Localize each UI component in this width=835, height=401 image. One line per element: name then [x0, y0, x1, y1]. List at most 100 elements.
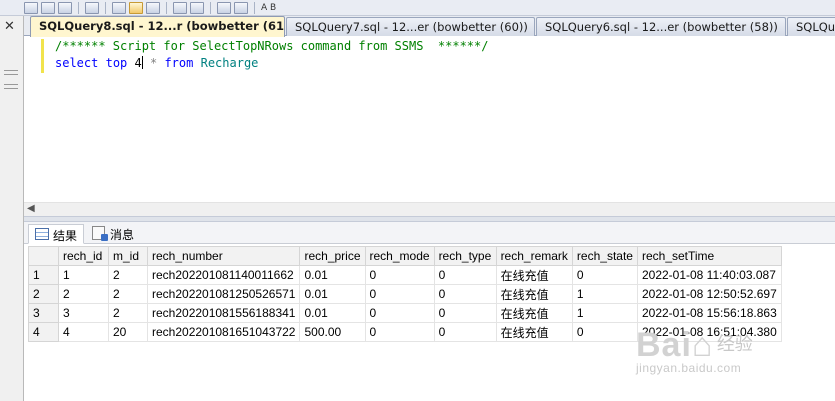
table-cell[interactable]: 4	[58, 322, 109, 342]
row-number-header[interactable]	[28, 246, 59, 266]
change-indicator	[41, 39, 44, 73]
table-cell[interactable]: 在线充值	[495, 322, 573, 342]
panel-grip	[4, 88, 18, 89]
table-cell[interactable]: 2022-01-08 11:40:03.087	[636, 265, 782, 285]
results-to-grid-icon[interactable]	[129, 1, 143, 14]
close-icon[interactable]: ✕	[4, 19, 15, 34]
table-cell[interactable]: 0	[433, 303, 497, 323]
table-cell[interactable]: 2	[108, 265, 148, 285]
table-cell[interactable]: 0	[364, 284, 435, 304]
table-cell[interactable]: 2022-01-08 16:51:04.380	[636, 322, 782, 342]
toolbar: A B	[0, 0, 835, 16]
keyword-from: from	[164, 56, 194, 70]
table-row[interactable]: 3 3 2 rech202201081556188341 0.01 0 0 在线…	[28, 303, 782, 323]
increase-indent-icon[interactable]	[234, 1, 248, 14]
table-cell[interactable]: 0	[364, 265, 435, 285]
results-to-file-icon[interactable]	[146, 1, 160, 14]
query-editor[interactable]: /****** Script for SelectTopNRows comman…	[24, 36, 835, 202]
column-header[interactable]: rech_id	[58, 246, 109, 266]
table-cell[interactable]: 0	[433, 284, 497, 304]
keyword-top: top	[105, 56, 128, 70]
table-row[interactable]: 4 4 20 rech202201081651043722 500.00 0 0…	[28, 322, 782, 342]
column-header[interactable]: rech_state	[571, 246, 638, 266]
scroll-left-icon[interactable]: ◀	[27, 203, 35, 214]
row-number[interactable]: 3	[28, 303, 59, 323]
column-header[interactable]: m_id	[108, 246, 148, 266]
panel-grip	[4, 84, 18, 85]
table-cell[interactable]: 0	[433, 265, 497, 285]
parse-icon[interactable]	[41, 1, 55, 14]
table-row[interactable]: 2 2 2 rech202201081250526571 0.01 0 0 在线…	[28, 284, 782, 304]
tab-sqlquery-partial[interactable]: SQLQu	[787, 17, 835, 36]
debug-icon[interactable]	[58, 1, 72, 14]
toolbar-separator	[105, 1, 106, 14]
table-cell[interactable]: 0.01	[299, 265, 366, 285]
table-cell[interactable]: 0.01	[299, 303, 366, 323]
object-explorer-edge: ✕	[0, 16, 24, 401]
table-cell[interactable]: 1	[571, 284, 638, 304]
table-cell[interactable]: 20	[108, 322, 148, 342]
tab-sqlquery7[interactable]: SQLQuery7.sql - 12...er (bowbetter (60))	[286, 17, 535, 36]
table-cell[interactable]: 2	[58, 284, 109, 304]
table-cell[interactable]: 0	[571, 322, 638, 342]
uncomment-lines-icon[interactable]	[190, 1, 204, 14]
editor-horizontal-scrollbar[interactable]: ◀	[24, 202, 835, 216]
document-tab-strip: SQLQuery8.sql - 12...r (bowbetter (61))*…	[24, 16, 835, 37]
table-cell[interactable]: 1	[58, 265, 109, 285]
code-comment: /****** Script for SelectTopNRows comman…	[55, 39, 489, 53]
table-cell[interactable]: 0	[364, 303, 435, 323]
table-cell[interactable]: 500.00	[299, 322, 366, 342]
top-count: 4	[134, 56, 142, 70]
toolbar-separator	[254, 1, 255, 14]
column-header[interactable]: rech_number	[146, 246, 301, 266]
execute-icon[interactable]	[24, 1, 38, 14]
column-header[interactable]: rech_setTime	[636, 246, 782, 266]
row-number[interactable]: 2	[28, 284, 59, 304]
table-cell[interactable]: 0	[571, 265, 638, 285]
table-cell[interactable]: rech202201081651043722	[146, 322, 301, 342]
row-number[interactable]: 1	[28, 265, 59, 285]
column-header[interactable]: rech_remark	[495, 246, 573, 266]
table-cell[interactable]: 3	[58, 303, 109, 323]
table-cell[interactable]: 0	[364, 322, 435, 342]
toolbar-separator	[78, 1, 79, 14]
toolbar-separator	[210, 1, 211, 14]
table-cell[interactable]: 2022-01-08 15:56:18.863	[636, 303, 782, 323]
table-name: Recharge	[200, 56, 259, 70]
table-cell[interactable]: 2	[108, 303, 148, 323]
table-cell[interactable]: 0.01	[299, 284, 366, 304]
table-cell[interactable]: rech202201081140011662	[146, 265, 301, 285]
tab-messages[interactable]: 消息	[86, 224, 140, 244]
messages-icon	[92, 226, 108, 241]
keyword-select: select	[55, 56, 99, 70]
table-cell[interactable]: 2	[108, 284, 148, 304]
panel-grip	[4, 74, 18, 75]
table-cell[interactable]: 在线充值	[495, 265, 573, 285]
decrease-indent-icon[interactable]	[217, 1, 231, 14]
specify-values-icon[interactable]: A B	[261, 3, 276, 13]
column-header[interactable]: rech_price	[299, 246, 366, 266]
table-cell[interactable]: 在线充值	[495, 303, 573, 323]
comment-lines-icon[interactable]	[173, 1, 187, 14]
results-grid[interactable]: rech_id m_id rech_number rech_price rech…	[28, 246, 782, 342]
tab-sqlquery6[interactable]: SQLQuery6.sql - 12...er (bowbetter (58))	[536, 17, 786, 36]
panel-grip	[4, 70, 18, 71]
tab-results[interactable]: 结果	[28, 224, 85, 244]
results-to-text-icon[interactable]	[112, 1, 126, 14]
tab-sqlquery8[interactable]: SQLQuery8.sql - 12...r (bowbetter (61))*	[30, 16, 285, 37]
table-cell[interactable]: 在线充值	[495, 284, 573, 304]
table-cell[interactable]: rech202201081250526571	[146, 284, 301, 304]
table-cell[interactable]: 1	[571, 303, 638, 323]
column-header[interactable]: rech_type	[433, 246, 497, 266]
table-cell[interactable]: rech202201081556188341	[146, 303, 301, 323]
table-cell[interactable]: 2022-01-08 12:50:52.697	[636, 284, 782, 304]
row-number[interactable]: 4	[28, 322, 59, 342]
tab-messages-label: 消息	[110, 228, 135, 242]
column-header[interactable]: rech_mode	[364, 246, 435, 266]
table-cell[interactable]: 0	[433, 322, 497, 342]
code-text[interactable]: /****** Script for SelectTopNRows comman…	[55, 38, 488, 72]
tab-results-label: 结果	[53, 229, 78, 243]
query-options-icon[interactable]	[85, 1, 99, 14]
results-tab-strip: 结果 消息	[24, 222, 835, 244]
table-row[interactable]: 1 1 2 rech202201081140011662 0.01 0 0 在线…	[28, 265, 782, 285]
